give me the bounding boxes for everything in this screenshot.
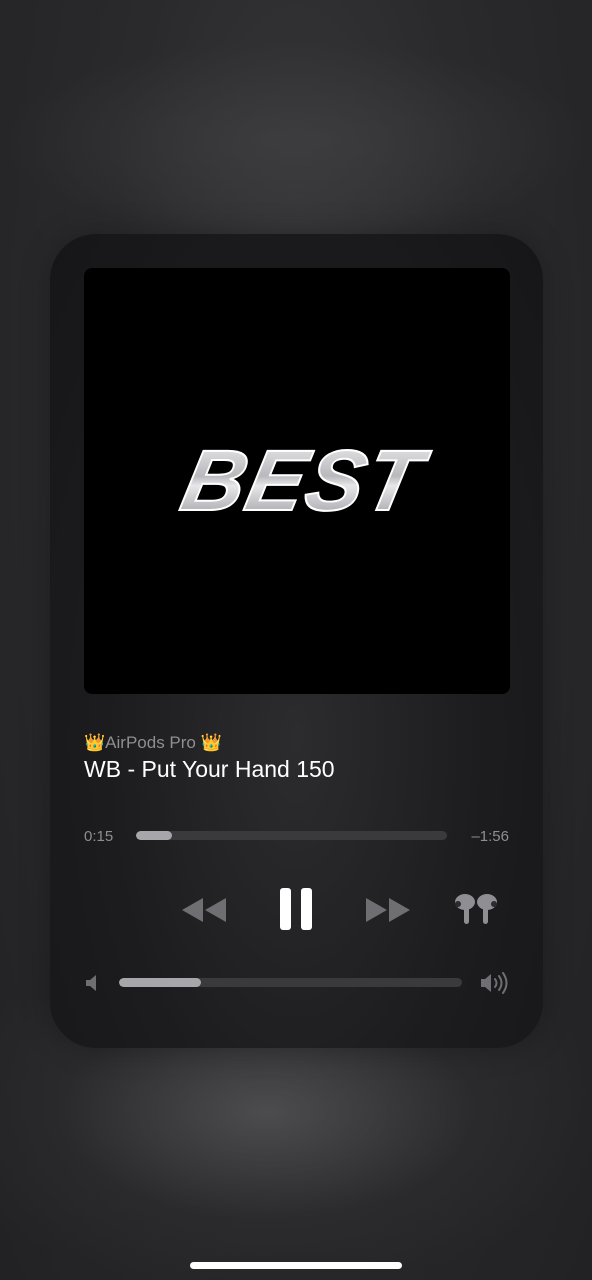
fast-forward-icon — [366, 898, 410, 922]
home-indicator[interactable] — [190, 1262, 402, 1269]
artwork-logo: BEST — [173, 432, 438, 530]
audio-output-button[interactable] — [448, 888, 504, 932]
volume-slider[interactable] — [119, 978, 462, 987]
speaker-low-icon — [86, 975, 96, 991]
volume-high-indicator — [477, 970, 513, 996]
output-device-name[interactable]: 👑AirPods Pro 👑 — [84, 733, 222, 753]
pause-button[interactable] — [274, 884, 318, 934]
fast-forward-button[interactable] — [360, 890, 416, 930]
elapsed-time: 0:15 — [84, 828, 114, 845]
now-playing-card: BEST 👑AirPods Pro 👑 WB - Put Your Hand 1… — [50, 234, 543, 1048]
rewind-button[interactable] — [176, 890, 232, 930]
playback-progress-fill — [136, 831, 172, 840]
remaining-time: –1:56 — [471, 828, 509, 845]
airpods-pro-icon — [455, 894, 497, 924]
artwork-text: BEST — [174, 433, 437, 529]
album-artwork[interactable]: BEST — [84, 268, 510, 694]
volume-level-fill — [119, 978, 202, 987]
speaker-high-icon — [481, 972, 508, 994]
playback-scrubber[interactable] — [136, 831, 447, 840]
rewind-icon — [182, 898, 226, 922]
pause-icon — [280, 888, 312, 930]
volume-low-indicator — [82, 972, 102, 994]
track-title: WB - Put Your Hand 150 — [84, 756, 335, 782]
background-glow-top — [0, 40, 592, 240]
